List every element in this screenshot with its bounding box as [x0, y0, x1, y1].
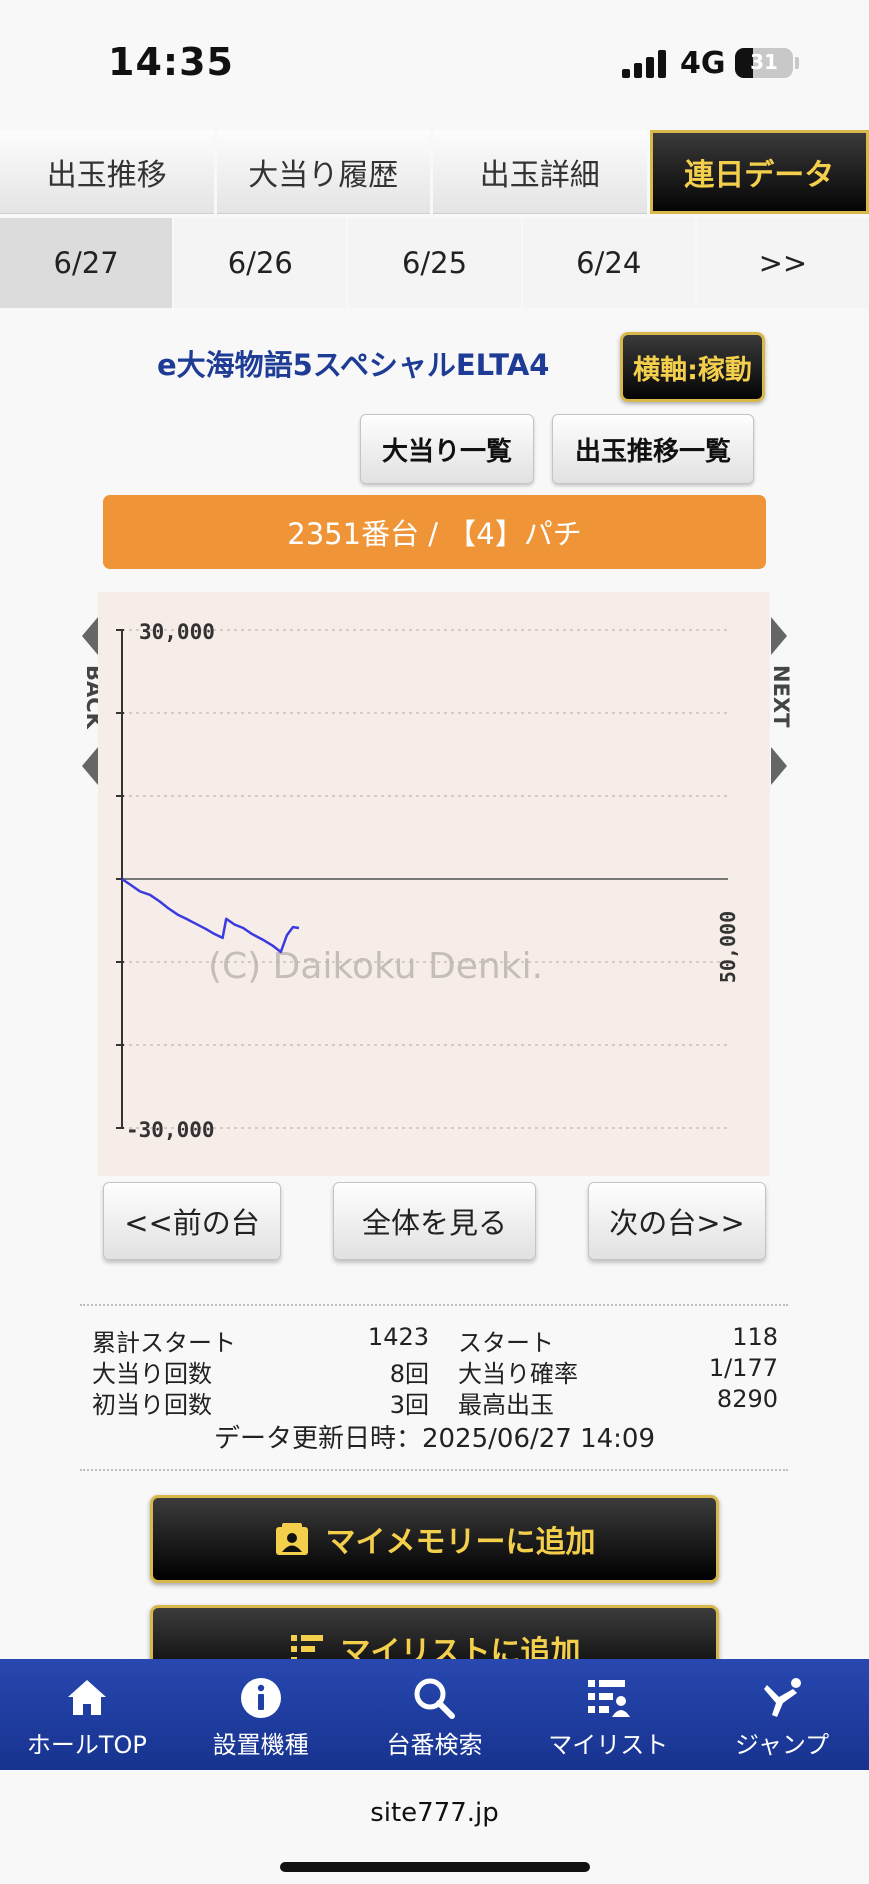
date-tabs: 6/27 6/26 6/25 6/24 >> [0, 218, 869, 308]
add-to-memory-button[interactable]: マイメモリーに追加 [150, 1495, 719, 1583]
nav-hall-top[interactable]: ホールTOP [0, 1659, 174, 1770]
signal-icon [622, 50, 668, 78]
stat-value: 3回 [389, 1391, 429, 1419]
stat-label: 大当り確率 [458, 1360, 578, 1388]
nav-jump[interactable]: ジャンプ [695, 1659, 869, 1770]
stat-row: 累計スタート 1423 スタート 118 [92, 1323, 778, 1357]
stat-label: 最高出玉 [458, 1391, 554, 1419]
nav-label: ホールTOP [26, 1731, 147, 1759]
stat-value: 118 [732, 1323, 778, 1351]
date-tab[interactable]: 6/26 [174, 218, 347, 308]
x-tick-label: 50,000 [716, 911, 740, 983]
stat-value: 1423 [367, 1323, 429, 1351]
output-chart: 30,000 -30,000 50,000 (C) Daikoku Denki. [98, 592, 770, 1176]
watermark: (C) Daikoku Denki. [208, 946, 543, 987]
mylist-icon [588, 1680, 631, 1717]
date-tab[interactable]: 6/25 [348, 218, 521, 308]
nav-mylist[interactable]: マイリスト [521, 1659, 695, 1770]
next-label: NEXT [769, 665, 793, 728]
jackpot-list-button[interactable]: 大当り一覧 [360, 414, 534, 484]
bottom-nav: ホールTOP 設置機種 台番検索 マイリスト ジャンプ [0, 1659, 869, 1770]
browser-bar: site777.jp [0, 1770, 869, 1884]
data-updated-time: データ更新日時：2025/06/27 14:09 [213, 1424, 656, 1454]
date-tab-more[interactable]: >> [696, 218, 869, 308]
status-bar: 14:35 4G 31 [0, 0, 869, 128]
stat-label: 大当り回数 [92, 1360, 212, 1388]
series-line [121, 877, 300, 954]
y-tick-label: 30,000 [139, 620, 215, 644]
nav-label: マイリスト [548, 1731, 669, 1759]
network-type: 4G [680, 46, 726, 81]
home-icon [67, 1680, 106, 1715]
battery-level: 31 [750, 50, 778, 74]
battery-icon: 31 [735, 48, 793, 78]
y-tick-label: -30,000 [126, 1118, 215, 1142]
add-to-memory-label: マイメモリーに追加 [325, 1525, 596, 1560]
stat-label: 累計スタート [92, 1329, 236, 1357]
chart-svg: 30,000 -30,000 50,000 (C) Daikoku Denki. [116, 620, 740, 1142]
main-tabs: 出玉推移 大当り履歴 出玉詳細 連日データ [0, 130, 869, 214]
divider [80, 1469, 788, 1471]
stat-value: 1/177 [708, 1354, 778, 1382]
stats-table: 累計スタート 1423 スタート 118 大当り回数 8回 大当り確率 1/17… [92, 1323, 778, 1419]
unit-banner: 2351番台 / 【4】パチ [103, 495, 766, 569]
prev-unit-button[interactable]: <<前の台 [103, 1182, 281, 1260]
tab-jackpot-history[interactable]: 大当り履歴 [216, 130, 430, 214]
nav-label: 台番検索 [386, 1731, 483, 1759]
stat-row: 大当り回数 8回 大当り確率 1/177 [92, 1354, 778, 1388]
stat-value: 8290 [716, 1385, 778, 1413]
battery-cap [795, 57, 799, 69]
trend-list-button[interactable]: 出玉推移一覧 [552, 414, 754, 484]
search-icon [414, 1678, 456, 1719]
stat-label: スタート [458, 1329, 554, 1357]
stat-row: 初当り回数 3回 最高出玉 8290 [92, 1385, 778, 1419]
nav-unit-search[interactable]: 台番検索 [348, 1659, 522, 1770]
status-time: 14:35 [108, 40, 234, 84]
date-tab[interactable]: 6/27 [0, 218, 173, 308]
info-icon [240, 1678, 281, 1718]
divider [80, 1304, 788, 1306]
url-bar[interactable]: site777.jp [0, 1798, 869, 1828]
stat-value: 8回 [389, 1360, 429, 1388]
axis-toggle-button[interactable]: 横軸:稼動 [620, 332, 765, 402]
nav-installed-models[interactable]: 設置機種 [174, 1659, 348, 1770]
tab-output-detail[interactable]: 出玉詳細 [433, 130, 647, 214]
view-all-button[interactable]: 全体を見る [333, 1182, 536, 1260]
date-tab[interactable]: 6/24 [522, 218, 695, 308]
tab-daily-data[interactable]: 連日データ [649, 130, 869, 214]
memory-icon [275, 1523, 308, 1555]
stat-label: 初当り回数 [92, 1391, 212, 1419]
machine-name: e大海物語5スペシャルELTA4 [157, 348, 550, 382]
tab-output-trend[interactable]: 出玉推移 [0, 130, 214, 214]
next-unit-button[interactable]: 次の台>> [588, 1182, 766, 1260]
nav-label: ジャンプ [735, 1731, 830, 1759]
home-indicator[interactable] [280, 1862, 590, 1872]
nav-label: 設置機種 [212, 1731, 309, 1759]
jump-icon [764, 1678, 802, 1717]
